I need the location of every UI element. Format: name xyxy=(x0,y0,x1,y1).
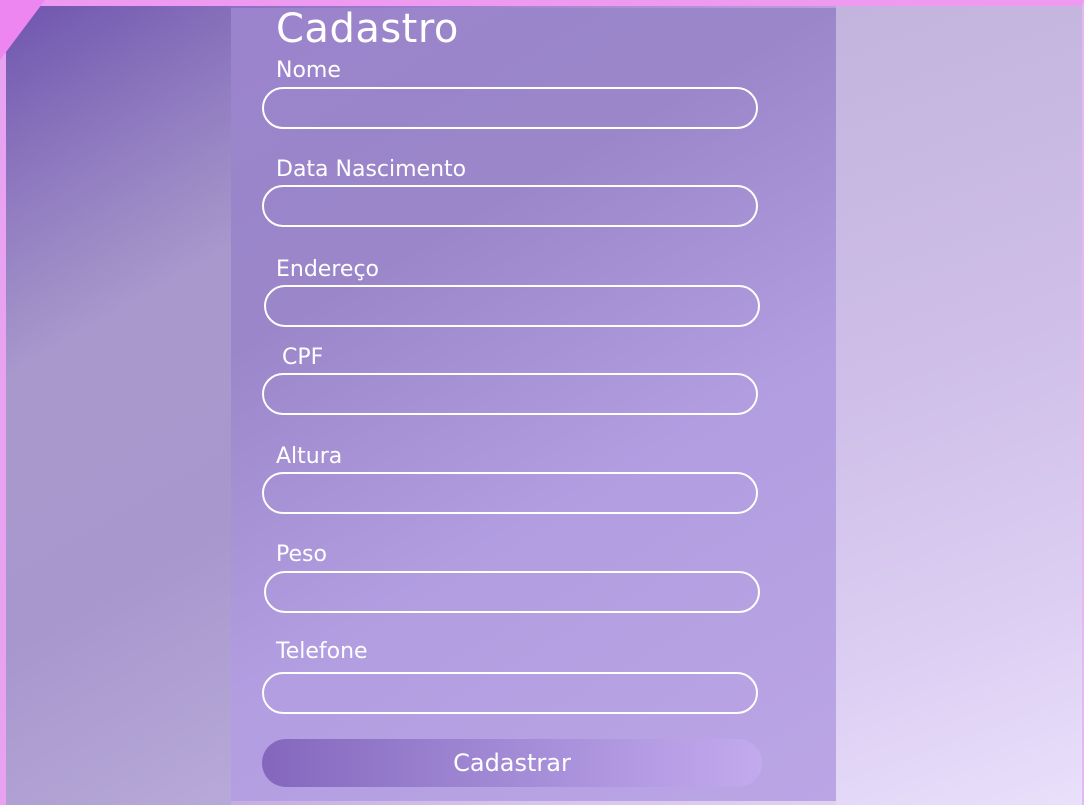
peso-input[interactable] xyxy=(264,571,760,613)
label-data-nascimento: Data Nascimento xyxy=(276,157,467,182)
label-telefone: Telefone xyxy=(276,639,368,664)
label-peso: Peso xyxy=(276,542,327,567)
data-nascimento-input[interactable] xyxy=(262,185,758,227)
nome-input[interactable] xyxy=(262,87,758,129)
telefone-input[interactable] xyxy=(262,672,758,714)
label-endereco: Endereço xyxy=(276,257,379,282)
label-cpf: CPF xyxy=(282,345,324,370)
background-left xyxy=(6,6,231,805)
label-altura: Altura xyxy=(276,444,343,469)
label-nome: Nome xyxy=(276,58,341,83)
altura-input[interactable] xyxy=(262,472,758,514)
form-title: Cadastro xyxy=(276,6,459,52)
background-right xyxy=(836,6,1082,805)
cpf-input[interactable] xyxy=(262,373,758,415)
endereco-input[interactable] xyxy=(264,285,760,327)
cadastrar-button[interactable]: Cadastrar xyxy=(262,739,762,787)
